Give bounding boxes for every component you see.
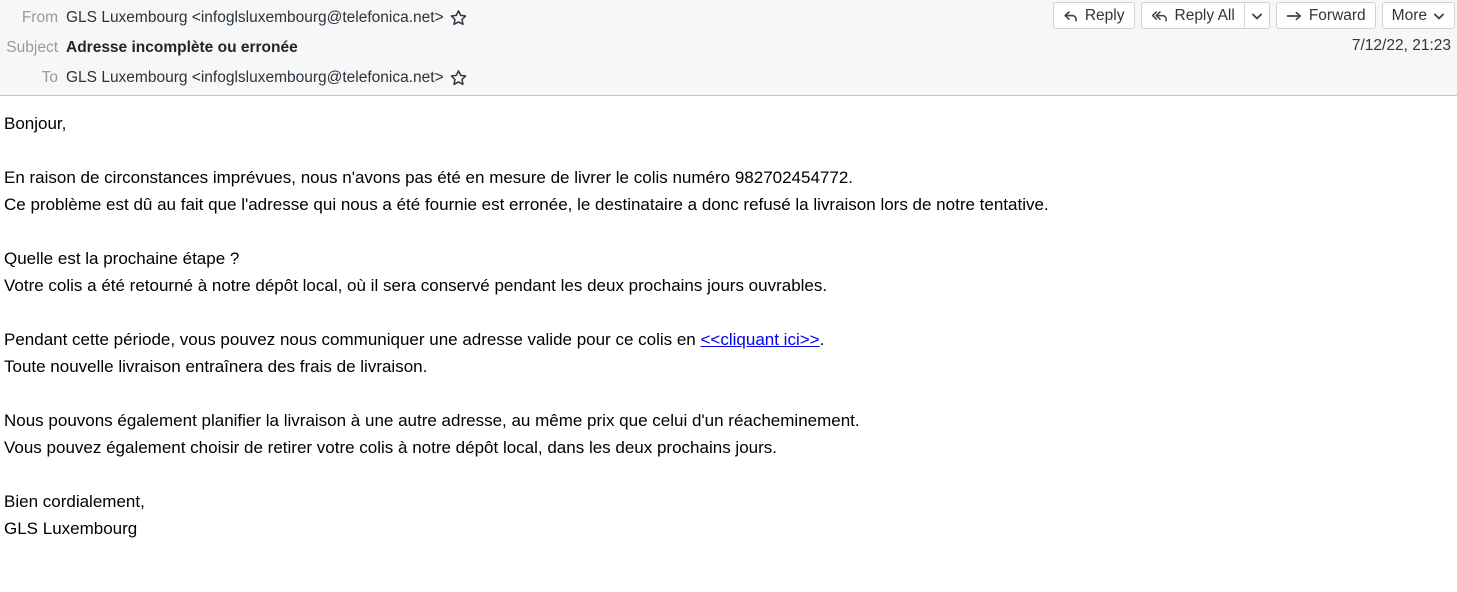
header-row-subject: Subject Adresse incomplète ou erronée (0, 33, 1457, 63)
body-paragraph-2-line-1: Quelle est la prochaine étape ? (4, 249, 240, 268)
body-paragraph-3-suffix: . (819, 330, 825, 349)
subject-label: Subject (6, 39, 58, 57)
body-greeting: Bonjour, (4, 114, 67, 133)
header-row-to: To GLS Luxembourg <infoglsluxembourg@tel… (0, 63, 1457, 93)
reply-all-button-label: Reply All (1174, 6, 1235, 24)
from-value: GLS Luxembourg <infoglsluxembourg@telefo… (66, 9, 467, 27)
reply-all-button[interactable]: Reply All (1142, 3, 1245, 28)
star-icon[interactable] (450, 9, 467, 26)
chevron-down-icon (1251, 10, 1263, 22)
body-paragraph-3-prefix: Pendant cette période, vous pouvez nous … (4, 330, 701, 349)
reply-arrow-icon (1063, 8, 1079, 24)
subject-value: Adresse incomplète ou erronée (66, 39, 298, 57)
body-paragraph-1-line-2: Ce problème est dû au fait que l'adresse… (4, 195, 1049, 214)
cliquant-ici-link[interactable]: <<cliquant ici>> (701, 330, 820, 349)
body-paragraph-3-line-2: Toute nouvelle livraison entraînera des … (4, 357, 428, 376)
email-body: Bonjour, En raison de circonstances impr… (0, 96, 1457, 542)
email-header: From GLS Luxembourg <infoglsluxembourg@t… (0, 0, 1457, 96)
forward-button[interactable]: Forward (1275, 2, 1376, 29)
body-paragraph-4-line-1: Nous pouvons également planifier la livr… (4, 411, 860, 430)
reply-all-arrow-icon (1151, 8, 1169, 24)
body-paragraph-1-line-1: En raison de circonstances imprévues, no… (4, 168, 854, 187)
reply-button[interactable]: Reply (1052, 2, 1135, 29)
body-signoff-line-1: Bien cordialement, (4, 492, 145, 511)
more-button-label: More (1391, 6, 1427, 24)
forward-button-label: Forward (1308, 6, 1366, 24)
email-toolbar: Reply Reply All Forward More (1052, 2, 1455, 29)
body-signoff-line-2: GLS Luxembourg (4, 519, 138, 538)
email-date: 7/12/22, 21:23 (1351, 37, 1451, 54)
from-label: From (21, 9, 58, 27)
reply-button-label: Reply (1084, 6, 1125, 24)
to-address-text: GLS Luxembourg <infoglsluxembourg@telefo… (66, 69, 444, 87)
to-value: GLS Luxembourg <infoglsluxembourg@telefo… (66, 69, 467, 87)
body-paragraph-3-line-1: Pendant cette période, vous pouvez nous … (4, 326, 1451, 353)
forward-arrow-icon (1286, 9, 1303, 23)
chevron-down-icon (1433, 10, 1445, 22)
reply-all-dropdown-button[interactable] (1245, 3, 1269, 28)
body-paragraph-2-line-2: Votre colis a été retourné à notre dépôt… (4, 276, 828, 295)
body-paragraph-4-line-2: Vous pouvez également choisir de retirer… (4, 438, 777, 457)
star-icon[interactable] (450, 69, 467, 86)
reply-all-button-group: Reply All (1140, 2, 1270, 29)
from-address-text: GLS Luxembourg <infoglsluxembourg@telefo… (66, 9, 444, 27)
to-label: To (41, 69, 58, 87)
more-button[interactable]: More (1381, 2, 1455, 29)
